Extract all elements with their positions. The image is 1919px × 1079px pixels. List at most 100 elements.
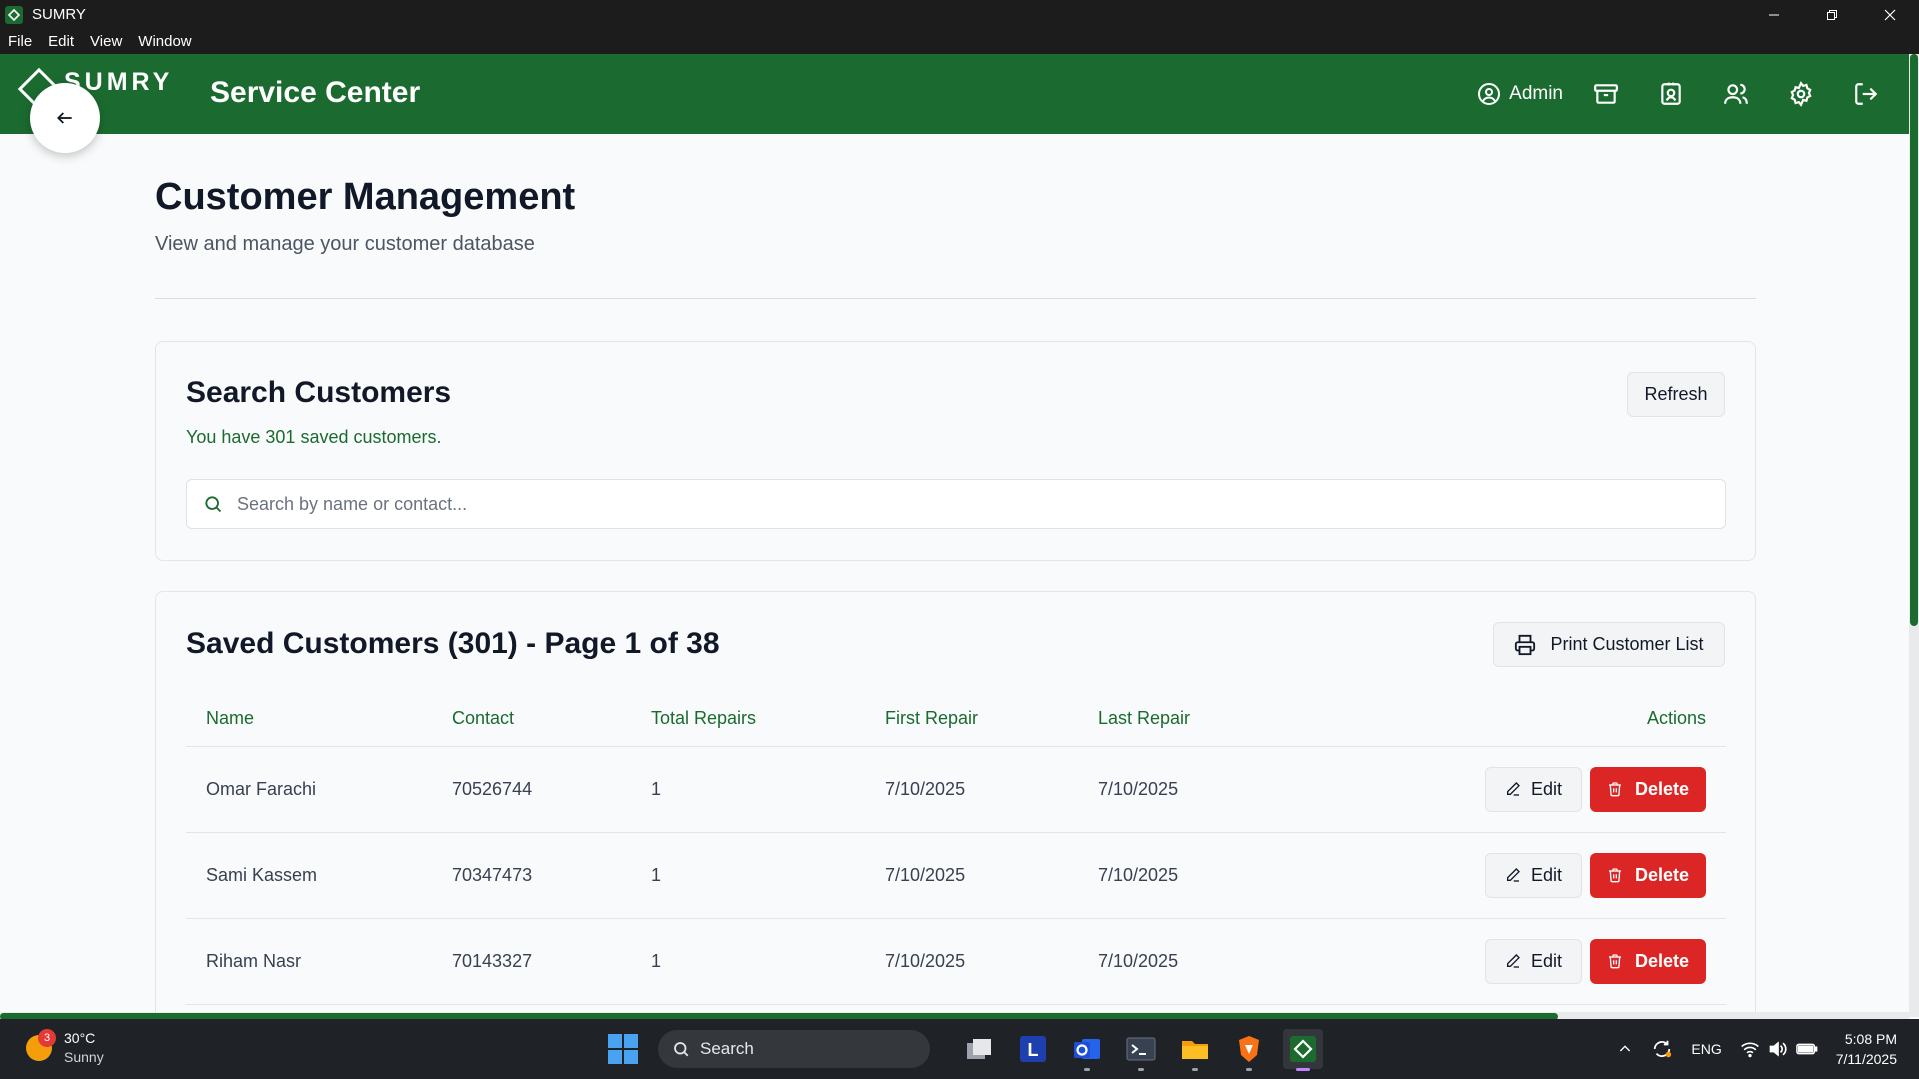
column-header-last-repair[interactable]: Last Repair xyxy=(1098,702,1398,747)
cell-total-repairs: 1 xyxy=(651,746,885,833)
cell-contact: 70347473 xyxy=(452,832,651,919)
wifi-icon[interactable] xyxy=(1740,1040,1760,1058)
weather-temperature: 30°C xyxy=(64,1030,96,1046)
menu-window[interactable]: Window xyxy=(138,33,191,50)
print-button-label: Print Customer List xyxy=(1550,634,1704,654)
close-icon[interactable] xyxy=(1861,0,1919,29)
app-header: SUMRY Service Center Admin xyxy=(0,54,1909,134)
clock-time: 5:08 PM xyxy=(1844,1031,1897,1047)
cell-first-repair: 7/10/2025 xyxy=(885,746,1098,833)
refresh-button[interactable]: Refresh xyxy=(1627,372,1725,417)
print-customer-list-button[interactable]: Print Customer List xyxy=(1493,622,1725,667)
cell-last-repair: 7/10/2025 xyxy=(1098,746,1398,833)
cell-total-repairs: 1 xyxy=(651,832,885,919)
battery-icon[interactable] xyxy=(1795,1041,1818,1057)
logout-icon[interactable] xyxy=(1851,79,1881,109)
language-indicator[interactable]: ENG xyxy=(1691,1041,1721,1057)
cell-contact: 70143327 xyxy=(452,918,651,1005)
weather-widget[interactable]: 3 30°C Sunny xyxy=(26,1029,104,1067)
column-header-total-repairs[interactable]: Total Repairs xyxy=(651,702,885,747)
window-title-bar: SUMRY xyxy=(0,0,1919,29)
cell-last-repair: 7/10/2025 xyxy=(1098,918,1398,1005)
archive-icon[interactable] xyxy=(1591,79,1621,109)
brave-browser-icon[interactable] xyxy=(1229,1029,1269,1071)
chevron-up-icon[interactable] xyxy=(1617,1041,1633,1057)
cell-name: Omar Farachi xyxy=(186,746,452,833)
edit-button[interactable]: Edit xyxy=(1485,766,1582,812)
page-title: Customer Management xyxy=(155,176,576,218)
users-icon[interactable] xyxy=(1721,79,1751,109)
windows-start-icon[interactable] xyxy=(608,1034,638,1064)
weather-condition: Sunny xyxy=(64,1049,104,1065)
edit-button[interactable]: Edit xyxy=(1485,938,1582,984)
printer-icon xyxy=(1515,634,1536,655)
taskbar: 3 30°C Sunny Search L ENG 5:08 PM 7/11/2… xyxy=(0,1019,1919,1079)
search-icon xyxy=(205,496,222,513)
sumry-taskbar-icon[interactable] xyxy=(1283,1029,1323,1071)
table-row: Riham Nasr 70143327 1 7/10/2025 7/10/202… xyxy=(186,918,1726,1005)
weather-badge: 3 xyxy=(38,1029,56,1047)
admin-account-button[interactable]: Admin xyxy=(1477,82,1563,106)
settings-icon[interactable] xyxy=(1786,79,1816,109)
clock-date: 7/11/2025 xyxy=(1835,1051,1897,1067)
edit-button[interactable]: Edit xyxy=(1485,852,1582,898)
cell-actions: Edit Delete xyxy=(1398,918,1726,1005)
trash-icon xyxy=(1608,954,1621,969)
arrow-left-icon xyxy=(57,112,72,124)
customer-count-text: You have 301 saved customers. xyxy=(186,427,442,447)
app-icon xyxy=(5,5,23,24)
delete-button[interactable]: Delete xyxy=(1590,852,1706,898)
saved-customers-card: Saved Customers (301) - Page 1 of 38 Pri… xyxy=(155,591,1756,1021)
delete-button[interactable]: Delete xyxy=(1590,938,1706,984)
table-header-row: Name Contact Total Repairs First Repair … xyxy=(186,702,1726,747)
window-title: SUMRY xyxy=(32,6,86,23)
search-box[interactable] xyxy=(186,479,1726,529)
search-customers-card: Search Customers You have 301 saved cust… xyxy=(155,341,1756,561)
contact-card-icon[interactable] xyxy=(1656,79,1686,109)
menu-bar: File Edit View Window xyxy=(0,29,1919,54)
l-app-icon[interactable]: L xyxy=(1013,1029,1053,1069)
column-header-name[interactable]: Name xyxy=(186,702,452,747)
taskbar-search-label: Search xyxy=(700,1039,754,1058)
vertical-scroll-thumb[interactable] xyxy=(1910,54,1918,626)
taskbar-search[interactable]: Search xyxy=(658,1030,930,1068)
customers-table: Name Contact Total Repairs First Repair … xyxy=(186,702,1726,1005)
sun-icon: 3 xyxy=(26,1029,56,1061)
column-header-contact[interactable]: Contact xyxy=(452,702,651,747)
table-row: Sami Kassem 70347473 1 7/10/2025 7/10/20… xyxy=(186,832,1726,919)
column-header-actions: Actions xyxy=(1398,702,1726,747)
outlook-icon[interactable] xyxy=(1067,1029,1107,1071)
delete-button[interactable]: Delete xyxy=(1590,766,1706,812)
task-view-icon[interactable] xyxy=(959,1029,999,1069)
page-subtitle: View and manage your customer database xyxy=(155,233,535,255)
menu-view[interactable]: View xyxy=(90,33,122,50)
terminal-icon[interactable] xyxy=(1121,1029,1161,1071)
back-button[interactable] xyxy=(30,83,100,153)
search-icon xyxy=(674,1042,689,1057)
cell-name: Sami Kassem xyxy=(186,832,452,919)
cell-actions: Edit Delete xyxy=(1398,832,1726,919)
cell-name: Riham Nasr xyxy=(186,918,452,1005)
menu-edit[interactable]: Edit xyxy=(48,33,74,50)
table-row: Omar Farachi 70526744 1 7/10/2025 7/10/2… xyxy=(186,746,1726,833)
cell-last-repair: 7/10/2025 xyxy=(1098,832,1398,919)
cell-first-repair: 7/10/2025 xyxy=(885,918,1098,1005)
search-card-title: Search Customers xyxy=(186,376,452,409)
file-explorer-icon[interactable] xyxy=(1175,1029,1215,1071)
admin-label: Admin xyxy=(1509,83,1563,104)
search-input[interactable] xyxy=(237,493,1637,515)
cell-total-repairs: 1 xyxy=(651,918,885,1005)
cell-actions: Edit Delete xyxy=(1398,746,1726,833)
restore-icon[interactable] xyxy=(1803,0,1861,29)
table-card-title: Saved Customers (301) - Page 1 of 38 xyxy=(186,627,720,660)
vertical-scrollbar[interactable] xyxy=(1909,54,1919,1017)
user-circle-icon xyxy=(1478,83,1501,105)
system-clock[interactable]: 5:08 PM 7/11/2025 xyxy=(1836,1029,1897,1069)
volume-icon[interactable] xyxy=(1768,1040,1788,1058)
column-header-first-repair[interactable]: First Repair xyxy=(885,702,1098,747)
pencil-icon xyxy=(1506,868,1520,882)
pencil-icon xyxy=(1506,782,1520,796)
sync-icon[interactable] xyxy=(1651,1038,1673,1060)
menu-file[interactable]: File xyxy=(8,33,32,50)
minimize-icon[interactable] xyxy=(1745,0,1803,29)
